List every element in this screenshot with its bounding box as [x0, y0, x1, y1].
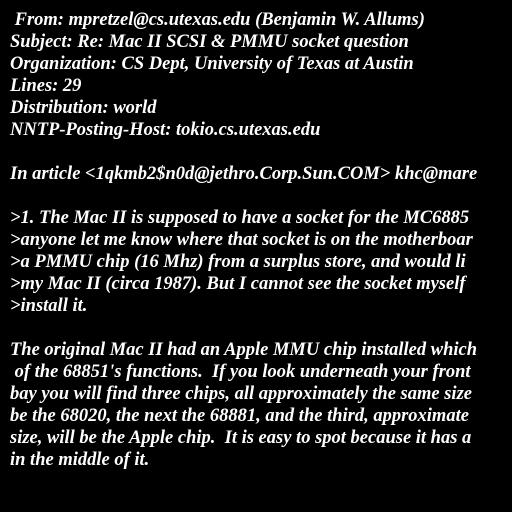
quoted-line: >anyone let me know where that socket is… [10, 230, 473, 250]
body-line: size, will be the Apple chip. It is easy… [10, 428, 472, 448]
newsgroup-message-view: From: mpretzel@cs.utexas.edu (Benjamin W… [0, 0, 512, 512]
body-line: of the 68851's functions. If you look un… [10, 362, 471, 382]
attribution-line: In article <1qkmb2$n0d@jethro.Corp.Sun.C… [10, 164, 478, 184]
header-from: From: mpretzel@cs.utexas.edu (Benjamin W… [10, 10, 425, 30]
header-distribution: Distribution: world [10, 98, 157, 118]
header-organization: Organization: CS Dept, University of Tex… [10, 54, 414, 74]
body-line: in the middle of it. [10, 450, 150, 470]
header-subject: Subject: Re: Mac II SCSI & PMMU socket q… [10, 32, 409, 52]
quoted-line: >install it. [10, 296, 88, 316]
body-line: be the 68020, the next the 68881, and th… [10, 406, 469, 426]
quoted-line: >1. The Mac II is supposed to have a soc… [10, 208, 470, 228]
header-nntp-host: NNTP-Posting-Host: tokio.cs.utexas.edu [10, 120, 321, 140]
quoted-line: >a PMMU chip (16 Mhz) from a surplus sto… [10, 252, 466, 272]
quoted-line: >my Mac II (circa 1987). But I cannot se… [10, 274, 466, 294]
body-line: The original Mac II had an Apple MMU chi… [10, 340, 478, 360]
body-line: bay you will find three chips, all appro… [10, 384, 472, 404]
header-lines: Lines: 29 [10, 76, 82, 96]
